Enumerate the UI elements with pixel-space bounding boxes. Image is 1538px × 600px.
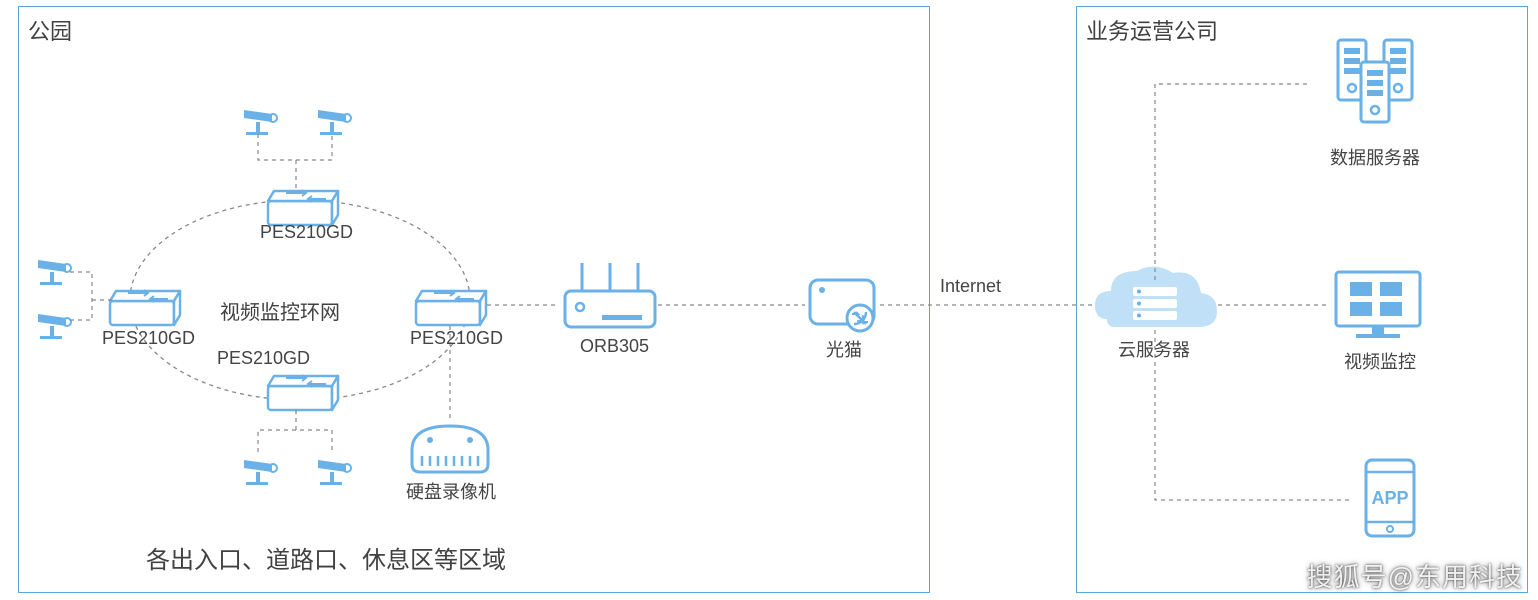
video-monitor-label: 视频监控 — [1344, 348, 1416, 374]
modem-label: 光猫 — [826, 336, 862, 362]
footer-note: 各出入口、道路口、休息区等区域 — [146, 540, 506, 575]
phone-icon — [1366, 460, 1414, 536]
data-server-label: 数据服务器 — [1330, 144, 1420, 170]
internet-label: Internet — [940, 276, 1001, 297]
switch-bottom-icon — [268, 375, 338, 410]
camera-icon — [318, 460, 351, 485]
modem-icon — [810, 280, 874, 331]
switch-bottom-label: PES210GD — [217, 348, 310, 369]
camera-icon — [38, 314, 71, 339]
nvr-icon — [412, 426, 488, 472]
cloud-icon — [1095, 266, 1217, 327]
camera-icon — [38, 260, 71, 285]
camera-icon — [244, 110, 277, 135]
nvr-label: 硬盘录像机 — [406, 478, 496, 504]
diagram-canvas: 公园 业务运营公司 — [0, 0, 1538, 600]
camera-icon — [244, 460, 277, 485]
router-label: ORB305 — [580, 336, 649, 357]
switch-right-icon — [416, 290, 486, 325]
switch-top-icon — [268, 190, 338, 225]
ring-label: 视频监控环网 — [220, 296, 340, 325]
switch-top-label: PES210GD — [260, 222, 353, 243]
monitor-icon — [1336, 272, 1420, 338]
watermark: 搜狐号@东用科技 — [1307, 557, 1523, 594]
server-icon — [1361, 62, 1389, 122]
switch-right-label: PES210GD — [410, 328, 503, 349]
router-icon — [565, 263, 655, 327]
switch-left-icon — [110, 290, 180, 325]
cloud-label: 云服务器 — [1118, 336, 1190, 362]
switch-left-label: PES210GD — [102, 328, 195, 349]
camera-icon — [318, 110, 351, 135]
